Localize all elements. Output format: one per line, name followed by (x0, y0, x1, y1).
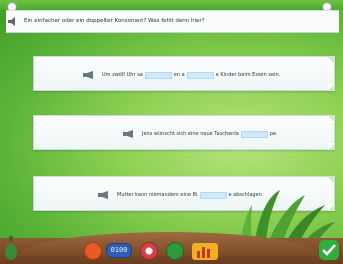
answer-gap[interactable] (199, 191, 227, 199)
sentence-part: Jens wünscht sich eine neue Taschenla (142, 131, 239, 137)
sentence-part: e Kinder beim Essen sein. (215, 72, 281, 78)
page-fold (328, 84, 335, 91)
page-fold (328, 204, 335, 211)
answer-gap[interactable] (144, 71, 172, 79)
sentence-part: Um zwölf Uhr sa (102, 72, 143, 78)
sentence-part: e abschlagen. (228, 192, 264, 198)
answer-gap[interactable] (240, 130, 268, 138)
bar-chart-icon[interactable] (192, 243, 218, 260)
bottle-icon[interactable] (4, 236, 18, 260)
checkmark-icon[interactable] (319, 240, 339, 260)
lifebuoy-icon[interactable] (140, 242, 158, 260)
top-strip (0, 0, 343, 10)
number-display-icon[interactable]: 0100 (106, 243, 132, 258)
exercise-card: Jens wünscht sich eine neue Taschenla pe… (33, 115, 335, 150)
instruction-text: Ein einfacher oder ein doppelter Konsona… (24, 18, 205, 24)
speaker-icon[interactable] (83, 71, 96, 79)
exercise-sentence: Um zwölf Uhr sa en a e Kinder beim Essen… (83, 71, 280, 79)
speaker-icon[interactable] (98, 191, 111, 199)
exercise-card: Mutter kann niemandem eine Bi e abschlag… (33, 176, 335, 211)
app-window: Ein einfacher oder ein doppelter Konsona… (0, 0, 343, 264)
exercise-card: Um zwölf Uhr sa en a e Kinder beim Essen… (33, 56, 335, 91)
page-fold (327, 176, 335, 184)
bottom-toolbar: 0100 (0, 232, 343, 264)
answer-gap[interactable] (186, 71, 214, 79)
page-fold (328, 143, 335, 150)
sentence-part: Mutter kann niemandem eine Bi (117, 192, 198, 198)
page-fold (327, 56, 335, 64)
page-fold (327, 115, 335, 123)
sentence-part: en a (173, 72, 185, 78)
exercise-sentence: Jens wünscht sich eine neue Taschenla pe… (123, 130, 278, 138)
exercise-sentence: Mutter kann niemandem eine Bi e abschlag… (98, 191, 263, 199)
book-icon[interactable] (166, 242, 184, 260)
traffic-cone-icon[interactable] (84, 242, 102, 260)
speaker-icon[interactable] (8, 17, 18, 26)
sentence-part: pe. (269, 131, 278, 137)
instruction-banner: Ein einfacher oder ein doppelter Konsona… (6, 10, 339, 33)
speaker-icon[interactable] (123, 130, 136, 138)
